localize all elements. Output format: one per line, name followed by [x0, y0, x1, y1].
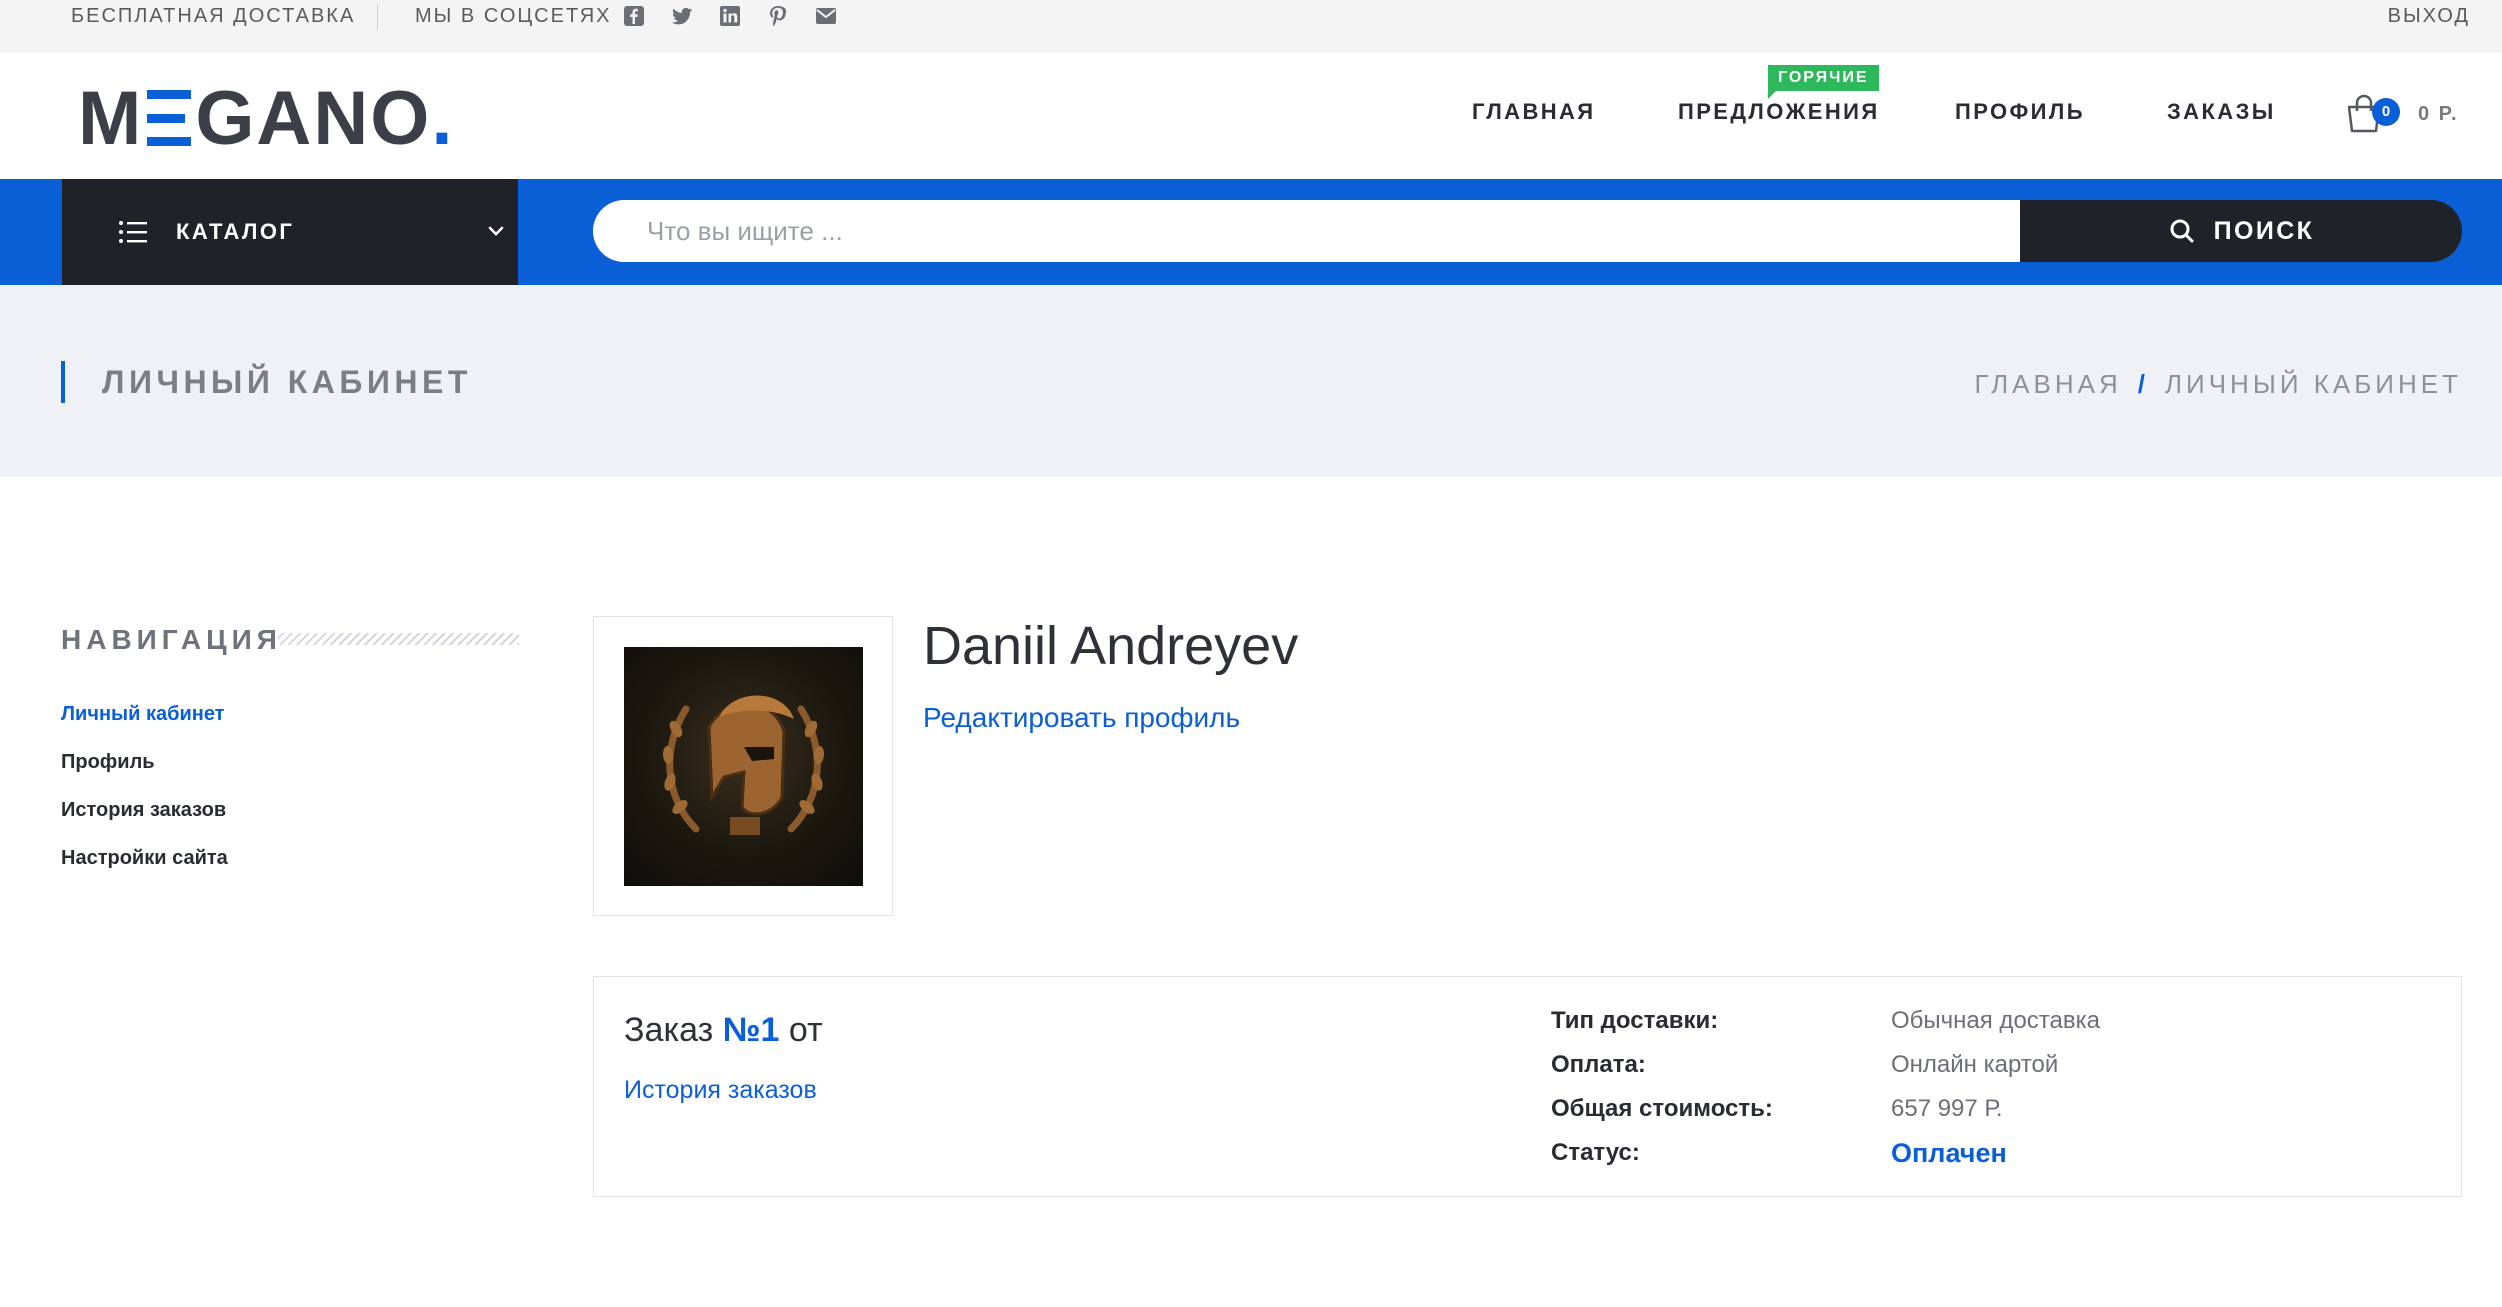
breadcrumb: ГЛАВНАЯ / ЛИЧНЫЙ КАБИНЕТ — [1974, 369, 2462, 399]
logout-link[interactable]: ВЫХОД — [2388, 0, 2470, 33]
breadcrumb-separator: / — [2137, 369, 2149, 399]
search-icon — [2170, 219, 2194, 243]
sidebar-item-account[interactable]: Личный кабинет — [61, 700, 228, 728]
nav-profile[interactable]: ПРОФИЛЬ — [1955, 99, 2085, 125]
detail-key: Статус: — [1551, 1139, 1640, 1166]
order-heading: Заказ №1 от — [624, 1009, 823, 1051]
nav-orders[interactable]: ЗАКАЗЫ — [2167, 99, 2276, 125]
topbar-divider — [377, 4, 378, 30]
logo-text-left: M — [78, 75, 144, 161]
sidebar-title: НАВИГАЦИЯ — [61, 624, 282, 655]
detail-key: Оплата: — [1551, 1051, 1646, 1078]
sidebar-title-hatch — [278, 633, 519, 645]
page-title: ЛИЧНЫЙ КАБИНЕТ — [102, 364, 472, 400]
nav-offers[interactable]: ПРЕДЛОЖЕНИЯ — [1678, 99, 1880, 125]
detail-value: Онлайн картой — [1891, 1051, 2059, 1078]
facebook-icon[interactable] — [622, 4, 646, 28]
order-number-link[interactable]: №1 — [723, 1011, 780, 1049]
search-bar: КАТАЛОГ ПОИСК — [0, 179, 2502, 285]
user-name: Daniil Andreyev — [923, 616, 1299, 676]
catalog-label: КАТАЛОГ — [176, 219, 295, 244]
order-history-link[interactable]: История заказов — [624, 1075, 817, 1105]
top-strip: БЕСПЛАТНАЯ ДОСТАВКА МЫ В СОЦСЕТЯХ ВЫХОД — [0, 0, 2502, 53]
catalog-dropdown[interactable]: КАТАЛОГ — [62, 179, 518, 285]
order-prefix: Заказ — [624, 1011, 714, 1049]
logo-dot: . — [431, 75, 455, 161]
search-button[interactable]: ПОИСК — [2020, 200, 2462, 262]
menu-list-icon — [119, 221, 147, 243]
breadcrumb-home[interactable]: ГЛАВНАЯ — [1974, 369, 2121, 399]
social-links — [622, 4, 838, 28]
search-button-label: ПОИСК — [2213, 216, 2315, 245]
detail-value: Обычная доставка — [1891, 1007, 2100, 1034]
sidebar-item-profile[interactable]: Профиль — [61, 748, 228, 776]
search-input[interactable] — [593, 200, 2021, 262]
detail-value: 657 997 Р. — [1891, 1095, 2003, 1122]
logo[interactable]: M GANO . — [78, 73, 454, 163]
status-value: Оплачен — [1891, 1138, 2007, 1168]
site-header: M GANO . ГЛАВНАЯ ПРЕДЛОЖЕНИЯ ПРОФИЛЬ ЗАК… — [0, 53, 2502, 179]
edit-profile-link[interactable]: Редактировать профиль — [923, 700, 1240, 736]
logo-text-right: GANO — [195, 75, 432, 161]
nav-home[interactable]: ГЛАВНАЯ — [1472, 99, 1596, 125]
title-accent-bar — [61, 361, 65, 403]
cart-total: 0 Р. — [2418, 103, 2459, 125]
sidebar-item-order-history[interactable]: История заказов — [61, 796, 228, 824]
free-delivery-text: БЕСПЛАТНАЯ ДОСТАВКА — [71, 5, 356, 27]
avatar — [624, 647, 863, 886]
social-label: МЫ В СОЦСЕТЯХ — [415, 5, 612, 27]
avatar-frame — [593, 616, 893, 916]
detail-key: Тип доставки: — [1551, 1007, 1719, 1034]
hot-badge: ГОРЯЧИЕ — [1768, 65, 1879, 99]
cart-count-badge: 0 — [2372, 98, 2400, 126]
detail-key: Общая стоимость: — [1551, 1095, 1773, 1122]
order-date-label: от — [788, 1011, 823, 1049]
linkedin-icon[interactable] — [718, 4, 742, 28]
spartan-helmet-image — [662, 695, 825, 835]
chevron-down-icon — [488, 226, 504, 236]
order-card: Заказ №1 от История заказов Тип доставки… — [593, 976, 2462, 1197]
sidebar-nav: Личный кабинет Профиль История заказов Н… — [61, 700, 228, 892]
sidebar-item-site-settings[interactable]: Настройки сайта — [61, 844, 228, 872]
logo-e-mark — [147, 90, 192, 146]
pinterest-icon[interactable] — [766, 4, 790, 28]
page-title-band: ЛИЧНЫЙ КАБИНЕТ ГЛАВНАЯ / ЛИЧНЫЙ КАБИНЕТ — [0, 285, 2502, 477]
breadcrumb-current: ЛИЧНЫЙ КАБИНЕТ — [2164, 369, 2462, 399]
twitter-icon[interactable] — [670, 4, 694, 28]
email-icon[interactable] — [814, 4, 838, 28]
